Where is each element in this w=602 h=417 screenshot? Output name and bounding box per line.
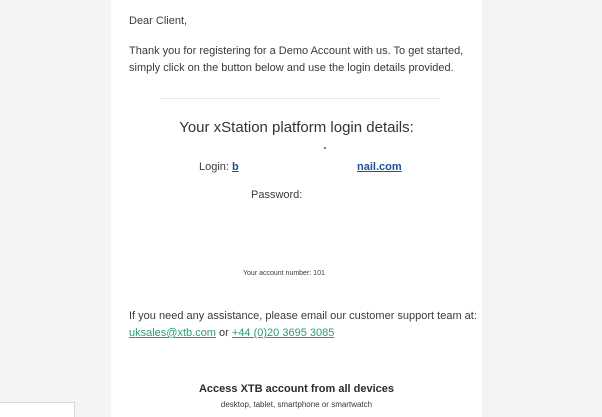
dot-mark	[324, 147, 326, 149]
support-phone-link[interactable]: +44 (0)20 3695 3085	[232, 327, 334, 339]
intro-paragraph: Thank you for registering for a Demo Acc…	[129, 45, 464, 74]
password-label: Password:	[251, 189, 303, 201]
account-number-text: Your account number: 101	[243, 270, 325, 277]
access-devices-heading: Access XTB account from all devices	[198, 383, 395, 395]
access-devices-subtitle: desktop, tablet, smartphone or smartwatc…	[220, 400, 373, 409]
login-label: Login:	[199, 161, 229, 173]
greeting-text: Dear Client,	[129, 15, 188, 27]
support-email-link[interactable]: uksales@xtb.com	[129, 327, 216, 339]
or-text: or	[219, 327, 229, 339]
login-value-link-end[interactable]: nail.com	[357, 161, 402, 173]
section-divider	[160, 98, 440, 99]
login-details-heading: Your xStation platform login details:	[179, 119, 414, 136]
login-value-link-start[interactable]: b	[232, 161, 239, 173]
login-row: Login: b nail.com	[199, 161, 402, 173]
assistance-paragraph: If you need any assistance, please email…	[129, 308, 479, 342]
corner-panel	[0, 402, 75, 417]
assistance-text: If you need any assistance, please email…	[129, 310, 477, 322]
email-viewer: Dear Client, Thank you for registering f…	[0, 0, 602, 417]
email-body: Dear Client, Thank you for registering f…	[111, 0, 482, 417]
